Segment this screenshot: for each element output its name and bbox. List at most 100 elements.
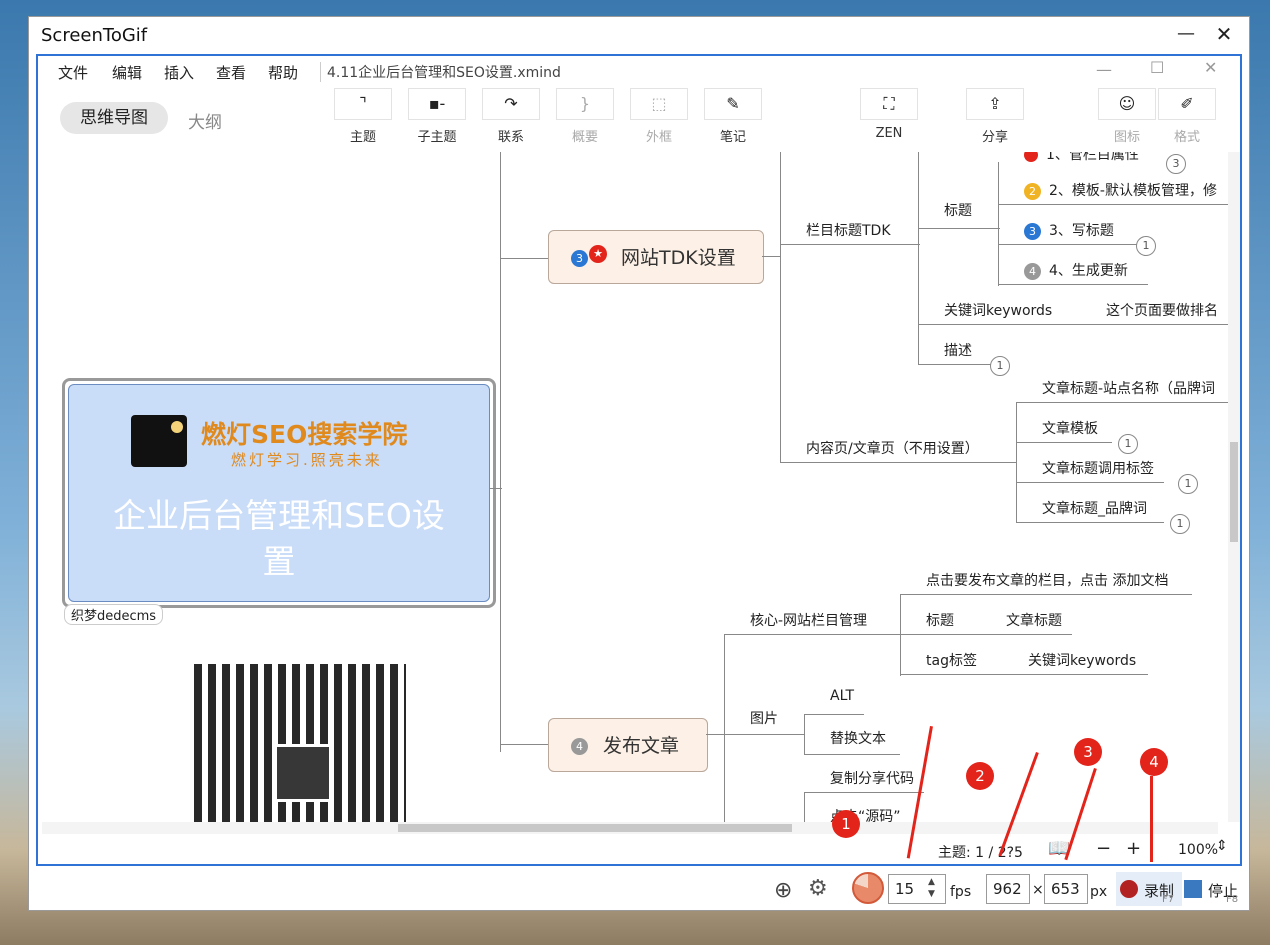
core-note[interactable]: 点击要发布文章的栏目，点击 添加文档 bbox=[926, 570, 1168, 590]
horizontal-scrollbar[interactable] bbox=[42, 822, 1218, 834]
article-title[interactable]: 文章标题 bbox=[1006, 610, 1062, 630]
share-icon: ⇪ bbox=[988, 94, 1002, 113]
crosshair-icon[interactable]: ⊕ bbox=[774, 878, 792, 903]
zen-button[interactable]: ⛶ bbox=[860, 88, 918, 120]
priority-4-icon: 4 bbox=[571, 735, 596, 757]
close-button[interactable]: ✕ bbox=[1207, 21, 1241, 47]
topic-publish[interactable]: 4 发布文章 bbox=[548, 718, 708, 772]
content-item-4[interactable]: 文章标题_品牌词 bbox=[1042, 498, 1147, 518]
zoom-stepper-icon[interactable]: ⇕ bbox=[1216, 838, 1228, 854]
content-item-2[interactable]: 文章模板 bbox=[1042, 418, 1098, 438]
emoji-button[interactable]: ☺ bbox=[1098, 88, 1156, 120]
times-sign: × bbox=[1032, 882, 1044, 898]
copy-code-node[interactable]: 复制分享代码 bbox=[830, 768, 914, 788]
summary-button[interactable]: } bbox=[556, 88, 614, 120]
share-button[interactable]: ⇪ bbox=[966, 88, 1024, 120]
zoom-level[interactable]: 100% bbox=[1178, 842, 1218, 858]
core-title-label[interactable]: 标题 bbox=[926, 610, 954, 630]
note-button[interactable]: ✎ bbox=[704, 88, 762, 120]
menu-file[interactable]: 文件 bbox=[58, 62, 88, 83]
central-topic[interactable]: 燃灯SEO搜索学院 燃灯学习.照亮未来 企业后台管理和SEO设置 bbox=[62, 378, 496, 608]
content-item-3[interactable]: 文章标题调用标签 bbox=[1042, 458, 1154, 478]
width-input[interactable]: 962 bbox=[986, 874, 1030, 904]
menu-insert[interactable]: 插入 bbox=[164, 62, 194, 83]
title-label[interactable]: 标题 bbox=[944, 200, 972, 220]
summary-icon: } bbox=[579, 94, 591, 113]
relationship-button[interactable]: ↷ bbox=[482, 88, 540, 120]
count-badge[interactable]: 1 bbox=[1170, 514, 1190, 534]
topic-button[interactable]: ⌝ bbox=[334, 88, 392, 120]
fps-stepper-icon[interactable]: ▲ ▼ bbox=[928, 876, 935, 900]
vertical-scroll-thumb[interactable] bbox=[1230, 442, 1238, 542]
count-badge[interactable]: 1 bbox=[990, 356, 1010, 376]
fps-input[interactable]: 15 bbox=[888, 874, 946, 904]
annotation-4: 4 bbox=[1140, 748, 1168, 776]
topic-label: 主题 bbox=[349, 130, 376, 145]
central-title: 企业后台管理和SEO设置 bbox=[113, 496, 445, 581]
central-label: 织梦dedecms bbox=[64, 604, 164, 625]
topic-icon: ⌝ bbox=[359, 94, 367, 113]
keywords-note[interactable]: 这个页面要做排名 bbox=[1106, 300, 1218, 320]
item-3[interactable]: 3 3、写标题 bbox=[1024, 220, 1114, 240]
column-tdk[interactable]: 栏目标题TDK bbox=[806, 220, 891, 240]
px-unit: px bbox=[1090, 884, 1108, 900]
xmind-maximize-button[interactable]: ☐ bbox=[1150, 58, 1164, 77]
count-badge[interactable]: 1 bbox=[1118, 434, 1138, 454]
menu-edit[interactable]: 编辑 bbox=[112, 62, 142, 83]
count-badge[interactable]: 1 bbox=[1178, 474, 1198, 494]
zen-label: ZEN bbox=[875, 126, 903, 141]
menu-view[interactable]: 查看 bbox=[216, 62, 246, 83]
count-badge[interactable]: 1 bbox=[1136, 236, 1156, 256]
alt-node[interactable]: ALT bbox=[830, 688, 854, 704]
image-node[interactable]: 图片 bbox=[750, 708, 778, 728]
share-label: 分享 bbox=[981, 130, 1008, 145]
subtopic-button[interactable]: ▪- bbox=[408, 88, 466, 120]
xmind-window: 文件 编辑 插入 查看 帮助 4.11企业后台管理和SEO设置.xmind — … bbox=[36, 54, 1242, 866]
item-2[interactable]: 2 2、模板-默认模板管理，修 bbox=[1024, 180, 1217, 200]
core-node[interactable]: 核心-网站栏目管理 bbox=[750, 610, 867, 630]
zoom-out-button[interactable]: − bbox=[1096, 838, 1111, 859]
stop-shortcut: F8 bbox=[1226, 894, 1239, 905]
desc-node[interactable]: 描述 bbox=[944, 340, 972, 360]
format-button[interactable]: ✐ bbox=[1158, 88, 1216, 120]
tab-mindmap[interactable]: 思维导图 bbox=[60, 102, 168, 134]
minimize-button[interactable]: — bbox=[1169, 21, 1203, 47]
subtopic-icon: ▪- bbox=[428, 94, 446, 113]
boundary-button[interactable]: ⬚ bbox=[630, 88, 688, 120]
zen-icon: ⛶ bbox=[883, 94, 895, 113]
relationship-label: 联系 bbox=[497, 130, 524, 145]
horizontal-scroll-thumb[interactable] bbox=[398, 824, 792, 832]
record-button[interactable]: 录制 F7 bbox=[1116, 872, 1182, 906]
height-input[interactable]: 653 bbox=[1044, 874, 1088, 904]
annotation-2: 2 bbox=[966, 762, 994, 790]
content-item-1[interactable]: 文章标题-站点名称（品牌词 bbox=[1042, 378, 1215, 398]
record-shortcut: F7 bbox=[1162, 894, 1175, 905]
xmind-minimize-button[interactable]: — bbox=[1096, 60, 1112, 79]
settings-icon[interactable]: ⚙ bbox=[808, 876, 828, 901]
tag-node[interactable]: tag标签 bbox=[926, 650, 977, 670]
keywords-node[interactable]: 关键词keywords bbox=[944, 300, 1052, 320]
item-4[interactable]: 4 4、生成更新 bbox=[1024, 260, 1128, 280]
alt-text-node[interactable]: 替换文本 bbox=[830, 728, 886, 748]
stop-icon bbox=[1184, 880, 1202, 898]
vertical-scrollbar[interactable] bbox=[1228, 152, 1240, 822]
boundary-label: 外框 bbox=[645, 130, 672, 145]
banner-title: 燃灯SEO搜索学院 bbox=[201, 420, 408, 449]
count-badge[interactable]: 3 bbox=[1166, 154, 1186, 174]
xmind-close-button[interactable]: ✕ bbox=[1204, 58, 1217, 77]
note-icon: ✎ bbox=[726, 94, 740, 113]
topic-publish-title: 发布文章 bbox=[603, 735, 680, 757]
menu-help[interactable]: 帮助 bbox=[268, 62, 298, 83]
content-page-node[interactable]: 内容页/文章页（不用设置） bbox=[806, 438, 979, 458]
mindmap-canvas[interactable]: 燃灯SEO搜索学院 燃灯学习.照亮未来 企业后台管理和SEO设置 织梦dedec… bbox=[40, 152, 1228, 822]
status-bar: 主题: 1 / 2?5 📖 − + 100% ⇕ bbox=[40, 836, 1236, 864]
topic-tdk[interactable]: 3 ★ 网站TDK设置 bbox=[548, 230, 764, 284]
stop-button[interactable]: 停止 F8 bbox=[1182, 872, 1242, 906]
annotation-arrow-4 bbox=[1150, 776, 1153, 862]
tab-outline[interactable]: 大纲 bbox=[188, 108, 222, 133]
item-1[interactable]: 1、管栏目属性 bbox=[1024, 152, 1139, 164]
summary-label: 概要 bbox=[571, 130, 598, 145]
tag-keywords[interactable]: 关键词keywords bbox=[1028, 650, 1136, 670]
zoom-in-button[interactable]: + bbox=[1126, 838, 1141, 859]
annotation-3: 3 bbox=[1074, 738, 1102, 766]
